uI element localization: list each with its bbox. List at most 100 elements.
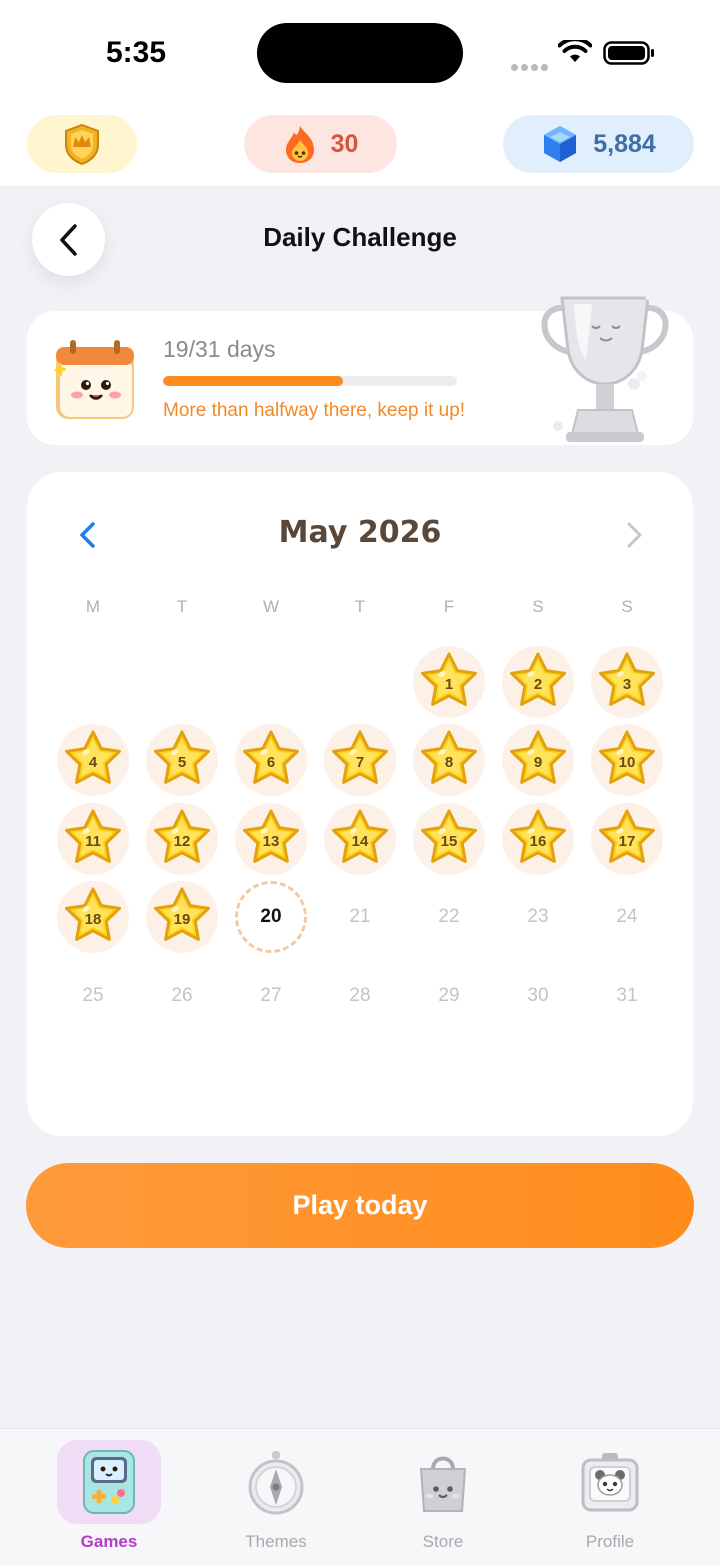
play-today-button[interactable]: Play today [26, 1163, 694, 1248]
streak-pill[interactable]: 30 [244, 115, 397, 173]
calendar-day-future: 30 [502, 960, 574, 1032]
calendar-day-number: 23 [527, 906, 549, 927]
days-progress-text: 19/31 days [163, 336, 276, 362]
calendar-day-number: 18 [84, 910, 102, 928]
wifi-icon [558, 40, 592, 62]
calendar-day-completed[interactable]: 2 [502, 646, 574, 718]
calendar-day-completed[interactable]: 16 [502, 803, 574, 875]
calendar-day-completed[interactable]: 7 [324, 724, 396, 796]
tab-profile-label: Profile [585, 1532, 635, 1551]
calendar-day-number: 13 [262, 832, 280, 850]
calendar-day-completed[interactable]: 11 [57, 803, 129, 875]
calendar-day-completed[interactable]: 19 [146, 881, 218, 953]
calendar-day-number: 1 [444, 675, 454, 693]
tab-store[interactable]: Store [373, 1440, 513, 1552]
calendar-day-number: 15 [440, 832, 458, 850]
weekday-label: T [176, 597, 188, 616]
month-title: May 2026 [278, 515, 442, 550]
gems-pill[interactable]: 5,884 [503, 115, 694, 173]
calendar-day-future: 24 [591, 881, 663, 953]
calendar-day-completed[interactable]: 15 [413, 803, 485, 875]
calendar-day-number: 4 [88, 753, 98, 771]
battery-icon [603, 41, 654, 65]
calendar-day-number: 19 [173, 910, 191, 928]
calendar-day-number: 28 [349, 985, 371, 1006]
calendar-day-completed[interactable]: 14 [324, 803, 396, 875]
calendar-day-future: 25 [57, 960, 129, 1032]
calendar-day-future: 27 [235, 960, 307, 1032]
tab-games[interactable]: Games [39, 1440, 179, 1552]
calendar-day-number: 12 [173, 832, 191, 850]
calendar-day-number: 5 [177, 753, 187, 771]
calendar-mascot-icon [54, 340, 134, 419]
weekday-label: F [443, 597, 455, 616]
calendar-day-number: 20 [260, 906, 282, 927]
tab-profile[interactable]: Profile [540, 1440, 680, 1552]
progress-bar-fill [163, 376, 344, 386]
calendar-day-number: 10 [618, 753, 636, 771]
rank-badge-pill[interactable] [27, 115, 137, 173]
calendar-day-number: 7 [355, 753, 365, 771]
weekday-label: T [354, 597, 366, 616]
calendar-day-completed[interactable]: 13 [235, 803, 307, 875]
calendar-day-number: 22 [438, 906, 460, 927]
tab-games-label: Games [80, 1532, 138, 1551]
calendar-day-number: 2 [533, 675, 543, 693]
calendar-day-completed[interactable]: 4 [57, 724, 129, 796]
weekday-label: S [532, 597, 544, 616]
progress-message: More than halfway there, keep it up! [163, 400, 466, 421]
calendar-day-number: 8 [444, 753, 454, 771]
calendar-day-completed[interactable]: 6 [235, 724, 307, 796]
calendar-day-future: 22 [413, 881, 485, 953]
calendar-day-future: 29 [413, 960, 485, 1032]
streak-count: 30 [330, 129, 359, 158]
status-time: 5:35 [106, 36, 167, 69]
calendar-day-completed[interactable]: 18 [57, 881, 129, 953]
calendar-day-future: 21 [324, 881, 396, 953]
status-bar: 5:35 [0, 0, 720, 100]
calendar-day-completed[interactable]: 12 [146, 803, 218, 875]
calendar-day-future: 31 [591, 960, 663, 1032]
page-title: Daily Challenge [263, 222, 457, 252]
calendar-day-today[interactable]: 20 [235, 881, 307, 953]
dynamic-island [257, 23, 463, 83]
gem-cube-icon [544, 126, 577, 162]
trophy-icon [541, 291, 669, 442]
calendar-day-number: 14 [351, 832, 369, 850]
calendar-day-number: 17 [618, 832, 636, 850]
calendar-day-number: 11 [85, 832, 101, 850]
crown-shield-icon [65, 123, 99, 165]
calendar-day-number: 21 [349, 906, 371, 927]
calendar-day-future: 28 [324, 960, 396, 1032]
progress-bar [163, 376, 457, 386]
tab-themes-label: Themes [245, 1532, 307, 1551]
calendar-day-completed[interactable]: 5 [146, 724, 218, 796]
flame-icon [285, 126, 314, 163]
calendar-day-completed[interactable]: 8 [413, 724, 485, 796]
calendar-day-number: 24 [616, 906, 638, 927]
shopping-bag-icon [419, 1456, 467, 1512]
calendar-day-completed[interactable]: 1 [413, 646, 485, 718]
tab-store-label: Store [422, 1532, 464, 1551]
tab-themes[interactable]: Themes [206, 1440, 346, 1552]
calendar-day-completed[interactable]: 9 [502, 724, 574, 796]
calendar-day-number: 27 [260, 985, 282, 1006]
weekday-label: W [262, 597, 280, 616]
calendar-day-number: 26 [171, 985, 193, 1006]
id-badge-icon [581, 1453, 639, 1512]
calendar-day-number: 3 [622, 675, 632, 693]
calendar-day-future: 23 [502, 881, 574, 953]
calendar-day-number: 25 [82, 985, 104, 1006]
gameboy-icon [83, 1450, 135, 1514]
calendar-day-number: 16 [529, 832, 547, 850]
calendar-day-completed[interactable]: 3 [591, 646, 663, 718]
weekday-label: S [621, 597, 633, 616]
weekday-label: M [85, 597, 101, 616]
calendar-day-completed[interactable]: 17 [591, 803, 663, 875]
calendar-day-number: 9 [533, 753, 543, 771]
calendar-day-number: 30 [527, 985, 549, 1006]
calendar-day-completed[interactable]: 10 [591, 724, 663, 796]
calendar-day-number: 29 [438, 985, 460, 1006]
cellular-signal-icon [511, 58, 551, 76]
compass-icon [248, 1451, 304, 1515]
